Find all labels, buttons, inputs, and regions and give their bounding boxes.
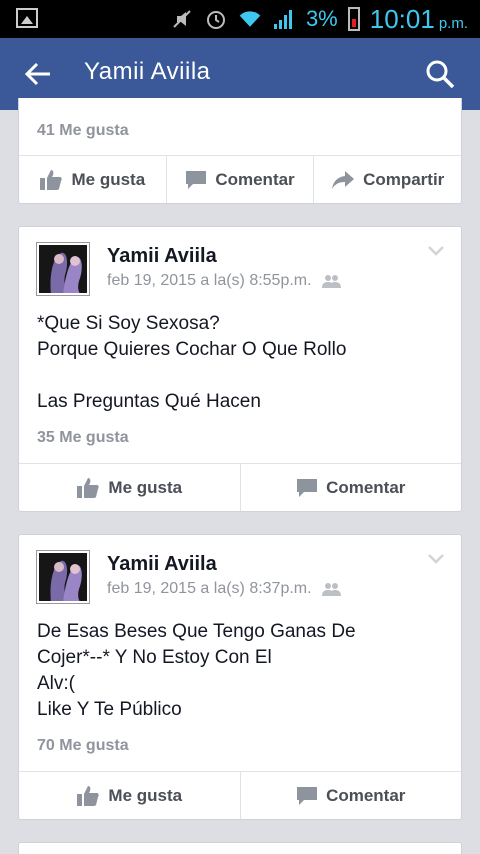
mute-icon <box>170 7 194 31</box>
signal-icon <box>272 7 296 31</box>
comment-label: Comentar <box>215 169 295 189</box>
like-label: Me gusta <box>71 169 146 189</box>
post-text: De Esas Beses Que Tengo Ganas De Cojer*-… <box>37 621 356 720</box>
comment-button[interactable]: Comentar <box>241 464 462 511</box>
comment-button[interactable]: Comentar <box>241 772 462 819</box>
back-arrow-icon[interactable] <box>22 58 54 90</box>
comment-label: Comentar <box>326 477 406 497</box>
search-icon[interactable] <box>424 58 456 90</box>
chevron-down-icon[interactable] <box>427 553 445 565</box>
post-card: Yamii Aviila feb 19, 2015 a la(s) 8:37p.… <box>18 534 462 820</box>
post-author[interactable]: Yamii Aviila <box>107 245 217 268</box>
thumbs-up-icon <box>40 169 63 190</box>
post-actions: Me gusta Comentar Compartir <box>19 155 461 203</box>
post-actions: Me gusta Comentar <box>19 463 461 511</box>
friends-audience-icon <box>321 275 341 288</box>
post-date[interactable]: feb 19, 2015 a la(s) 8:37p.m. <box>107 580 312 598</box>
post-date[interactable]: feb 19, 2015 a la(s) 8:55p.m. <box>107 272 312 290</box>
post-card <box>18 842 462 854</box>
chevron-down-icon[interactable] <box>427 245 445 257</box>
post-meta: feb 19, 2015 a la(s) 8:55p.m. <box>107 272 342 290</box>
post-author[interactable]: Yamii Aviila <box>107 553 217 576</box>
share-button[interactable]: Compartir <box>314 156 461 203</box>
like-count[interactable]: 35 Me gusta <box>37 429 129 447</box>
share-label: Compartir <box>363 169 445 189</box>
like-count[interactable]: 41 Me gusta <box>37 122 129 140</box>
like-button[interactable]: Me gusta <box>19 156 167 203</box>
post-card: 41 Me gusta Me gusta Comentar Compartir <box>18 98 462 204</box>
post-meta: feb 19, 2015 a la(s) 8:37p.m. <box>107 580 342 598</box>
gallery-icon <box>16 8 38 28</box>
post-card: Yamii Aviila feb 19, 2015 a la(s) 8:55p.… <box>18 226 462 512</box>
post-actions: Me gusta Comentar <box>19 771 461 819</box>
like-label: Me gusta <box>108 785 183 805</box>
status-bar: 3% 10:01 p.m. <box>0 0 480 38</box>
comment-button[interactable]: Comentar <box>167 156 315 203</box>
comment-label: Comentar <box>326 785 406 805</box>
alarm-icon <box>204 7 228 31</box>
post-text: *Que Si Soy Sexosa? Porque Quieres Cocha… <box>37 313 347 412</box>
avatar[interactable] <box>36 550 90 604</box>
friends-audience-icon <box>321 583 341 596</box>
like-button[interactable]: Me gusta <box>19 464 241 511</box>
like-label: Me gusta <box>108 477 183 497</box>
like-button[interactable]: Me gusta <box>19 772 241 819</box>
page-title: Yamii Aviila <box>84 58 211 85</box>
share-icon <box>332 170 355 189</box>
thumbs-up-icon <box>77 477 100 498</box>
avatar[interactable] <box>36 242 90 296</box>
battery-percent: 3% <box>305 6 338 31</box>
clock: 10:01 p.m. <box>369 3 468 34</box>
battery-icon <box>347 7 360 31</box>
comment-icon <box>297 478 318 497</box>
wifi-icon <box>238 7 262 31</box>
comment-icon <box>186 170 207 189</box>
thumbs-up-icon <box>77 785 100 806</box>
comment-icon <box>297 786 318 805</box>
like-count[interactable]: 70 Me gusta <box>37 737 129 755</box>
